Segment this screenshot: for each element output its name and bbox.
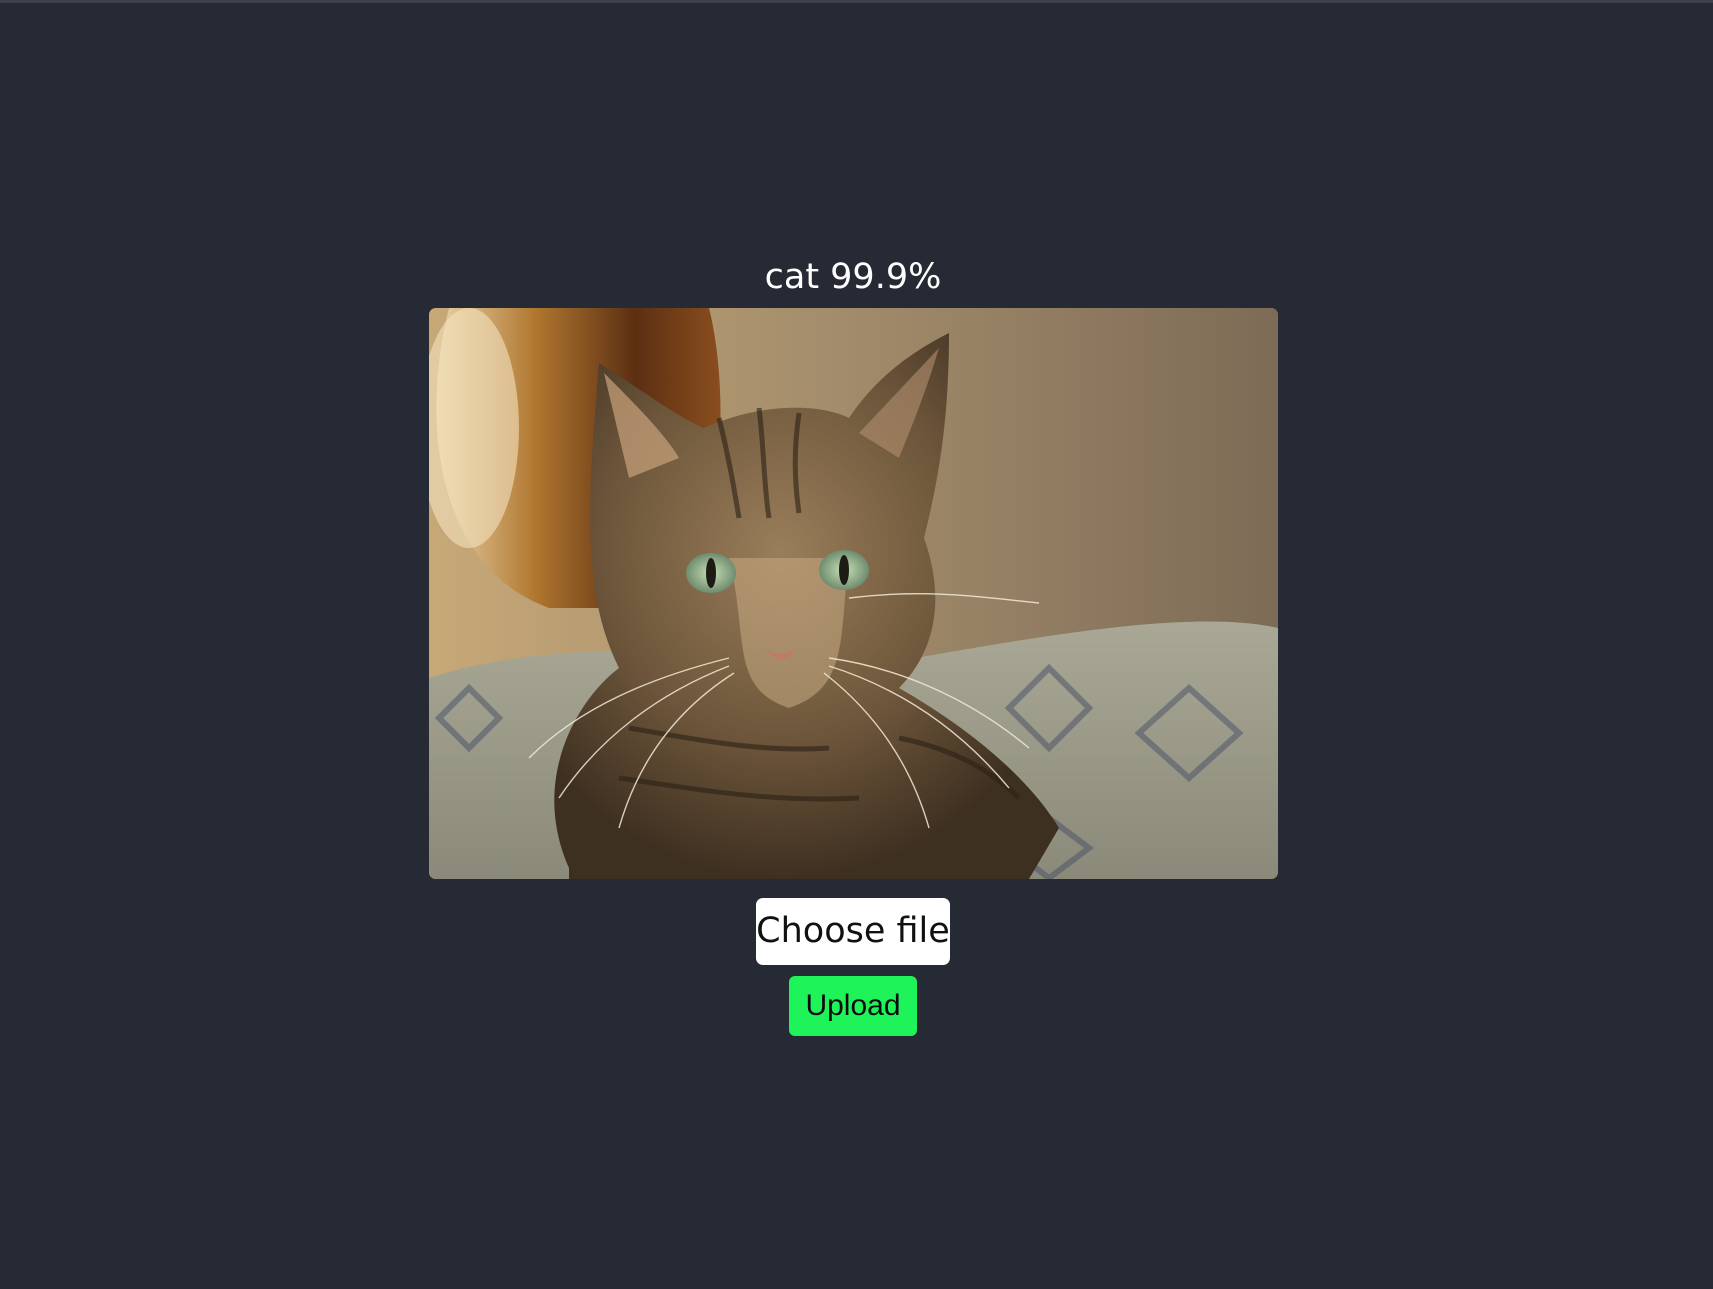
upload-button[interactable]: Upload xyxy=(789,976,917,1036)
choose-file-button[interactable]: Choose file xyxy=(756,898,950,965)
prediction-result: cat 99.9% xyxy=(764,257,942,297)
classifier-app: cat 99.9% Choose file Upload xyxy=(0,0,1713,1289)
uploaded-image xyxy=(429,308,1278,879)
cat-photo xyxy=(429,308,1278,879)
